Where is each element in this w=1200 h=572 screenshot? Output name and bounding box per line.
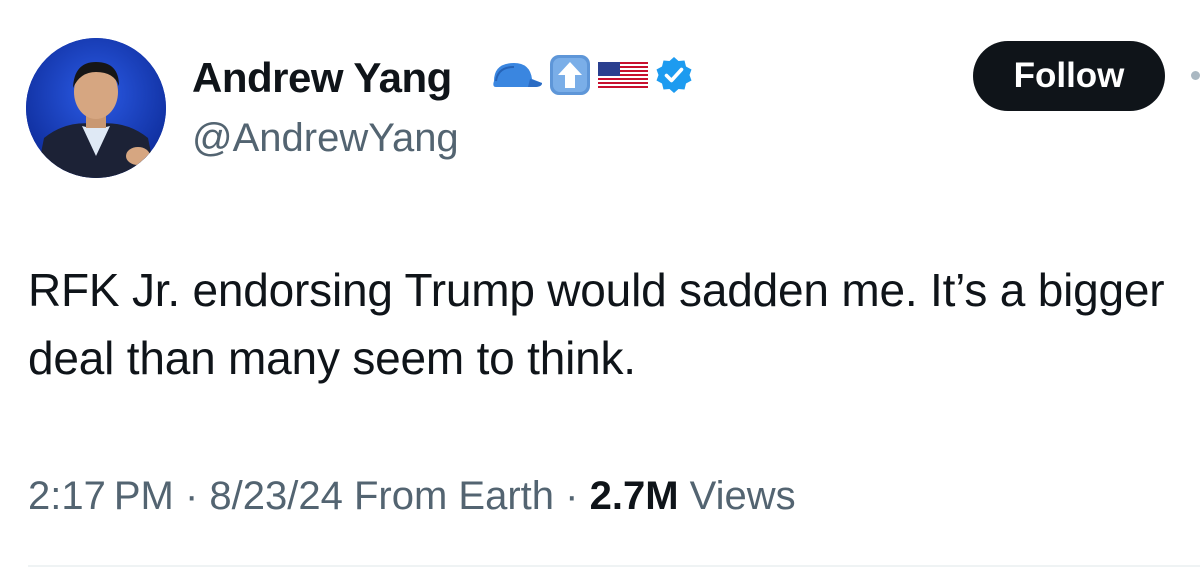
- views-count[interactable]: 2.7M: [590, 474, 679, 518]
- tweet-metadata: 2:17 PM · 8/23/24 From Earth · 2.7M View…: [28, 474, 796, 519]
- avatar[interactable]: [26, 38, 166, 178]
- us-flag-icon: [596, 58, 650, 97]
- divider: [28, 565, 1200, 567]
- author-display-name[interactable]: Andrew Yang: [192, 54, 452, 102]
- tweet-text: RFK Jr. endorsing Trump would sadden me.…: [28, 264, 1165, 384]
- author-handle[interactable]: @AndrewYang: [192, 116, 459, 161]
- tweet-date[interactable]: 8/23/24: [209, 474, 342, 518]
- blue-cap-icon: [484, 57, 544, 98]
- meta-separator: ·: [554, 474, 590, 518]
- tweet-card: Andrew Yang @AndrewYang Follow RFK Jr. e…: [0, 0, 1200, 572]
- meta-separator: ·: [173, 474, 210, 518]
- tweet-source: From Earth: [354, 474, 555, 518]
- up-arrow-icon: [548, 53, 592, 102]
- author-badges: [484, 52, 698, 102]
- more-options-icon[interactable]: [1191, 71, 1200, 80]
- follow-button[interactable]: Follow: [973, 41, 1165, 111]
- verified-badge-icon[interactable]: [654, 55, 694, 100]
- tweet-time[interactable]: 2:17 PM: [28, 474, 174, 518]
- views-label: Views: [689, 474, 796, 518]
